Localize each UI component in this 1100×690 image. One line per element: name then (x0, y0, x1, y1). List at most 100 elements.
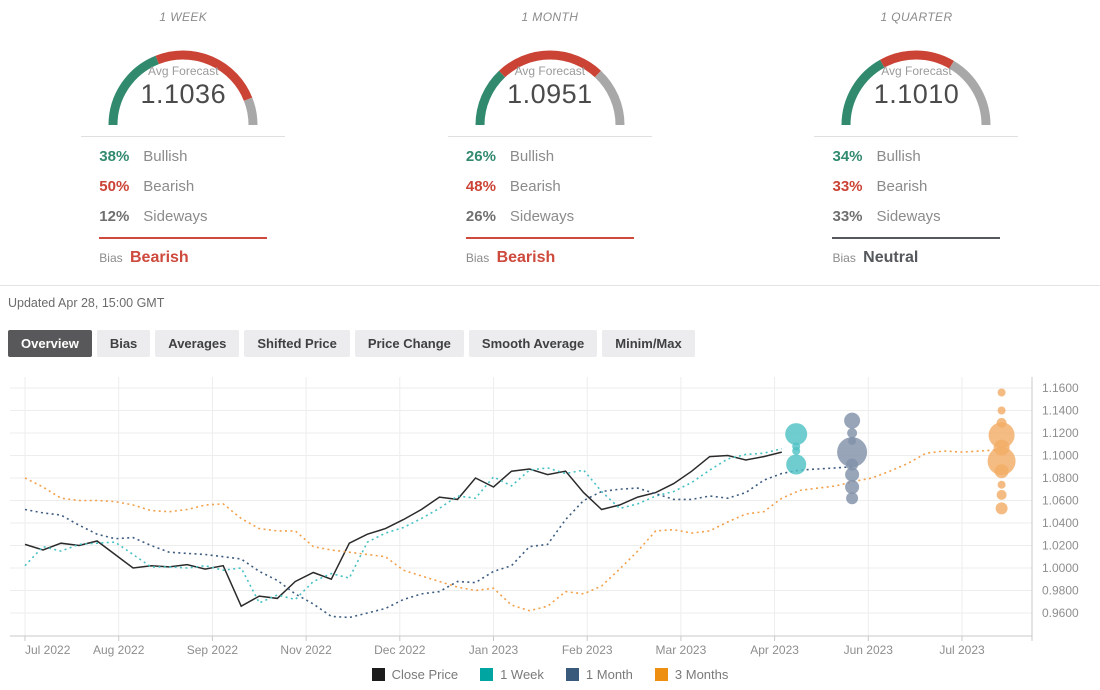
bearish-pct: 50% (99, 177, 130, 195)
updated-timestamp: Updated Apr 28, 15:00 GMT (8, 296, 165, 310)
legend-swatch (371, 667, 385, 681)
forecast-bubble (994, 464, 1009, 479)
bias-label: Bias (465, 251, 490, 265)
bias-value: Bearish (496, 249, 556, 266)
bias-label: Bias (99, 251, 123, 265)
y-axis-tick-label: 1.1400 (1042, 404, 1079, 418)
y-axis-tick-label: 1.0600 (1042, 494, 1079, 508)
legend-swatch (480, 667, 494, 681)
bias-value: Bearish (129, 249, 189, 266)
x-axis-tick-label: Mar 2023 (656, 643, 707, 657)
chart-tabs: Overview Bias Averages Shifted Price Pri… (8, 330, 1100, 357)
bearish-label: Bearish (509, 177, 561, 195)
bullish-label: Bullish (509, 147, 555, 165)
forecast-bubble (785, 423, 808, 446)
bubbles-1-week (785, 423, 808, 475)
stats-divider (81, 136, 286, 137)
bullish-pct: 38% (99, 147, 130, 165)
x-axis-tick-label: Jun 2023 (844, 643, 894, 657)
sideways-pct: 26% (465, 207, 496, 225)
x-axis-tick-label: Aug 2022 (93, 643, 145, 657)
x-axis-tick-label: Jul 2022 (25, 643, 71, 657)
bearish-pct: 48% (465, 177, 496, 195)
legend-item-3-months: 3 Months (654, 666, 729, 682)
forecast-panel-1-month: 1 MONTH Avg Forecast 1.0951 26% Bullish … (367, 8, 734, 267)
x-axis-tick-label: Jul 2023 (939, 643, 985, 657)
panel-title: 1 QUARTER (880, 10, 953, 24)
tab-overview[interactable]: Overview (8, 330, 92, 357)
x-axis-tick-label: Nov 2022 (280, 643, 332, 657)
tab-bias[interactable]: Bias (96, 330, 151, 357)
legend-label: Close Price (391, 666, 459, 682)
tab-averages[interactable]: Averages (155, 330, 240, 357)
series-1-week (24, 447, 782, 604)
forecast-bubble (847, 428, 858, 438)
forecast-bubble (786, 454, 807, 475)
bearish-label: Bearish (876, 177, 928, 195)
chart-axis-labels: 1.1600 1.1400 1.1200 1.1000 1.0800 1.0600 1.04… (25, 381, 1079, 657)
panel-title: 1 WEEK (159, 10, 208, 24)
bias-row: Bias Bearish (81, 239, 285, 267)
legend-item-1-week: 1 Week (480, 667, 544, 682)
stat-row-sideways: 12% Sideways (81, 201, 285, 231)
y-axis-tick-label: 1.0400 (1042, 516, 1079, 530)
stat-row-sideways: 33% Sideways (814, 201, 1018, 231)
x-axis-tick-label: Feb 2023 (562, 643, 613, 657)
forecast-bubble (792, 447, 801, 455)
bias-row: Bias Neutral (814, 239, 1018, 267)
series-close-price (24, 451, 782, 608)
y-axis-tick-label: 0.9600 (1042, 606, 1079, 620)
sideways-pct: 33% (832, 207, 863, 225)
forecast-bubble (995, 502, 1008, 515)
forecast-bubble (845, 467, 860, 482)
sideways-pct: 12% (99, 207, 130, 225)
forecast-chart[interactable]: 1.1600 1.1400 1.1200 1.1000 1.0800 1.0600 1.04… (0, 367, 1100, 663)
chart-axes (10, 377, 1033, 641)
avg-forecast-value: 1.1010 (873, 79, 960, 109)
stats-divider (447, 136, 652, 137)
chart-legend: Close Price 1 Week 1 Month 3 Months (0, 664, 1100, 684)
avg-forecast-value: 1.0951 (507, 79, 593, 109)
tab-shifted-price[interactable]: Shifted Price (244, 330, 350, 357)
forecast-bubble (844, 412, 861, 429)
forecast-chart-area: 1.1600 1.1400 1.1200 1.1000 1.0800 1.0600 1.04… (0, 367, 1100, 684)
legend-label: 1 Month (585, 666, 633, 682)
tab-price-change[interactable]: Price Change (354, 330, 464, 357)
forecast-bubble (846, 492, 859, 505)
avg-forecast-value: 1.1036 (140, 79, 227, 109)
legend-swatch (654, 667, 668, 681)
forecast-bubble (997, 388, 1006, 397)
forecast-panel-1-quarter: 1 QUARTER Avg Forecast 1.1010 34% Bullis… (733, 8, 1100, 267)
tab-minim-max[interactable]: Minim/Max (602, 330, 695, 357)
bullish-pct: 34% (832, 147, 863, 165)
legend-item-close-price: Close Price (371, 666, 459, 682)
avg-forecast-label: Avg Forecast (514, 64, 586, 78)
forecast-bubble (997, 406, 1006, 415)
sideways-label: Sideways (509, 207, 575, 225)
x-axis-tick-label: Dec 2022 (374, 643, 426, 657)
x-axis-tick-label: Apr 2023 (750, 643, 799, 657)
bearish-label: Bearish (143, 177, 195, 195)
series-1-month (24, 465, 854, 619)
stat-row-bullish: 26% Bullish (448, 141, 652, 171)
bias-row: Bias Bearish (448, 239, 652, 267)
forecast-panel-1-week: 1 WEEK Avg Forecast 1.1036 38% Bullish 5… (0, 8, 367, 267)
stat-row-bullish: 38% Bullish (81, 141, 285, 171)
bias-value: Neutral (863, 249, 919, 266)
bubbles-1-month (837, 412, 868, 505)
stat-row-bullish: 34% Bullish (814, 141, 1018, 171)
sideways-label: Sideways (143, 207, 208, 225)
y-axis-tick-label: 1.0000 (1042, 561, 1079, 575)
chart-gridlines (10, 377, 1032, 636)
bullish-label: Bullish (143, 147, 188, 165)
avg-forecast-label: Avg Forecast (148, 64, 219, 78)
y-axis-tick-label: 0.9800 (1042, 584, 1079, 598)
legend-label: 3 Months (674, 666, 729, 682)
stat-row-bearish: 48% Bearish (448, 171, 652, 201)
bullish-label: Bullish (876, 147, 921, 165)
tab-smooth-average[interactable]: Smooth Average (468, 330, 598, 357)
bearish-pct: 33% (832, 177, 863, 195)
stats-divider (814, 136, 1019, 137)
y-axis-tick-label: 1.0800 (1042, 471, 1079, 485)
sideways-label: Sideways (876, 207, 941, 225)
